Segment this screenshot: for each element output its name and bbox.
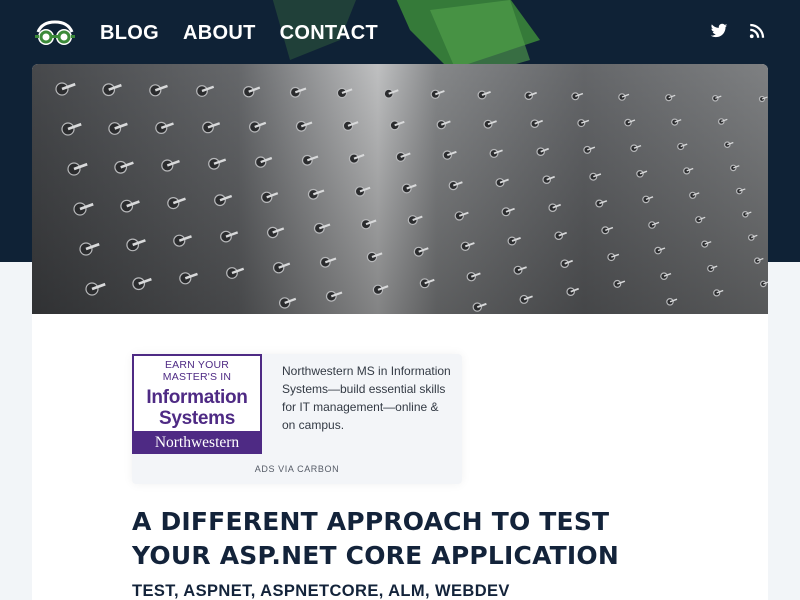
post-title[interactable]: A DIFFERENT APPROACH TO TEST YOUR ASP.NE…: [132, 505, 692, 573]
nav-links: BLOG ABOUT CONTACT: [100, 20, 378, 46]
nav-link-blog[interactable]: BLOG: [100, 20, 159, 46]
ad-logo-line3: Information: [146, 387, 248, 408]
post-card: EARN YOUR MASTER'S IN Information System…: [32, 64, 768, 600]
carbon-ad[interactable]: EARN YOUR MASTER'S IN Information System…: [132, 354, 462, 484]
post-tags[interactable]: TEST, ASPNET, ASPNETCORE, ALM, WEBDEV: [132, 582, 692, 600]
ad-logo-program: Information Systems: [134, 387, 260, 429]
rss-icon[interactable]: [748, 22, 766, 40]
nav-link-about[interactable]: ABOUT: [183, 20, 256, 46]
ad-logo-line1: EARN YOUR: [164, 359, 230, 371]
hero-image: [32, 64, 768, 314]
ad-logo[interactable]: EARN YOUR MASTER'S IN Information System…: [132, 354, 262, 454]
site-logo[interactable]: [32, 20, 78, 48]
ad-logo-line2: MASTER'S IN: [162, 371, 232, 383]
social-icons: [710, 22, 766, 40]
ad-text[interactable]: Northwestern MS in Information Systems—b…: [282, 362, 452, 434]
ad-logo-tagline: EARN YOUR MASTER'S IN: [134, 359, 260, 383]
ad-logo-university: Northwestern: [134, 431, 260, 452]
twitter-icon[interactable]: [710, 22, 728, 40]
ad-logo-line4: Systems: [158, 408, 236, 429]
ad-via-carbon[interactable]: ADS VIA CARBON: [132, 464, 462, 474]
top-nav: BLOG ABOUT CONTACT: [0, 0, 800, 64]
nav-link-contact[interactable]: CONTACT: [280, 20, 378, 46]
